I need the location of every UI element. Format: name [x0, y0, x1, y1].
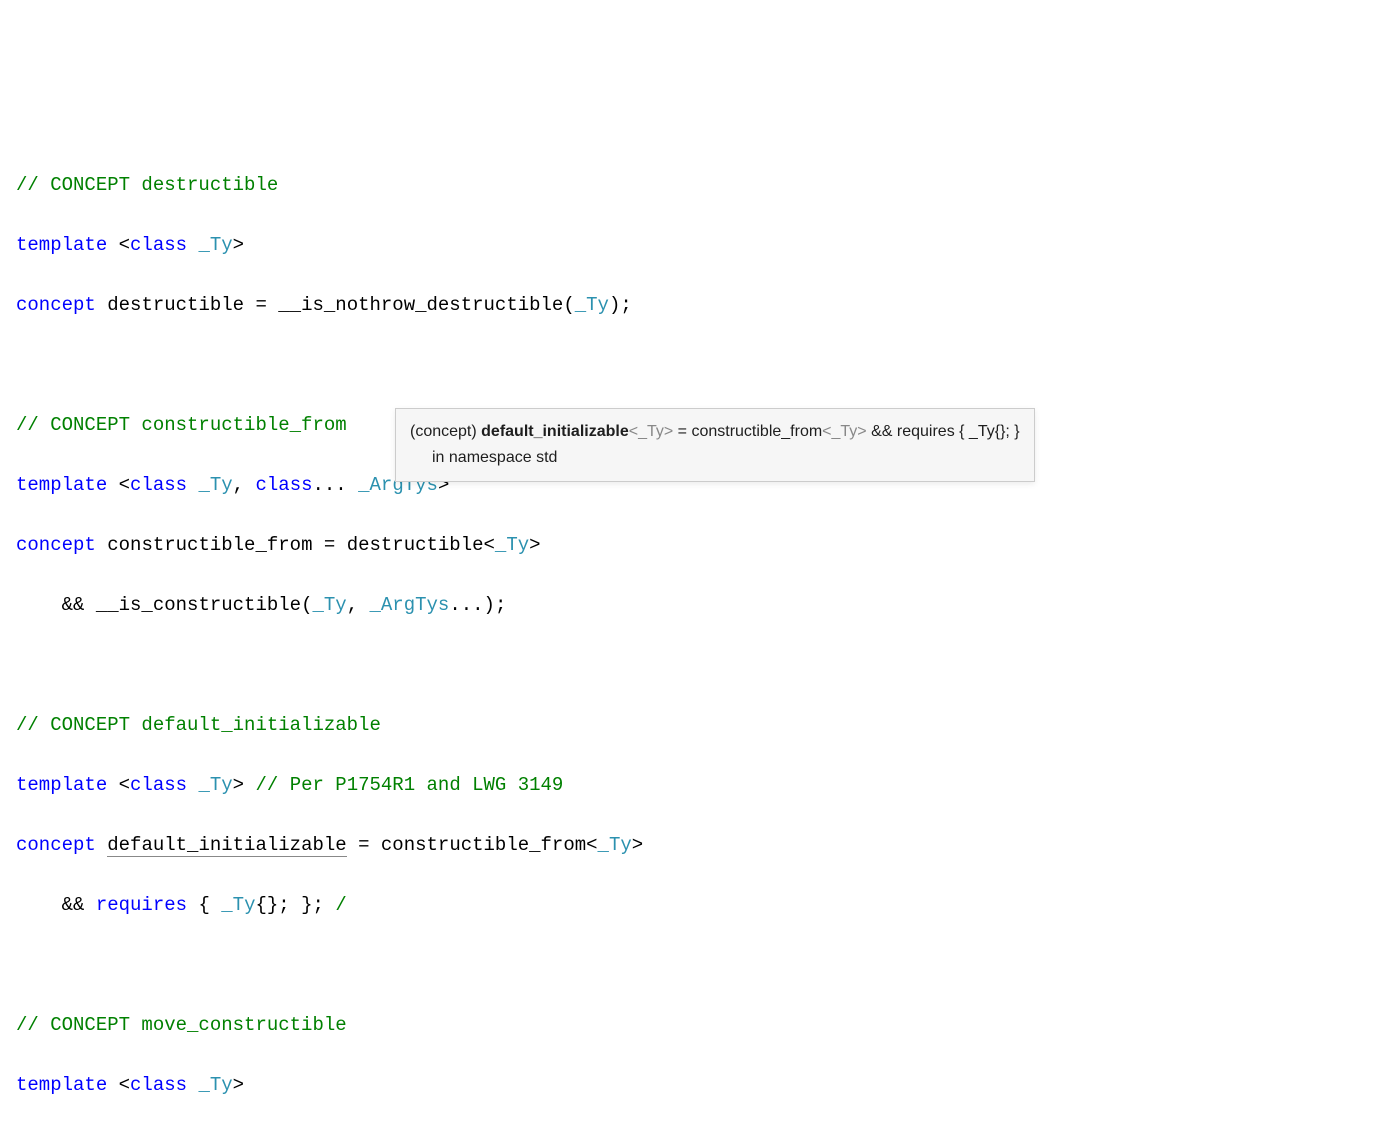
concept-name: destructible [107, 294, 244, 316]
keyword-class: class [130, 234, 187, 256]
code-line: concept default_initializable = construc… [16, 830, 1374, 860]
comment: // CONCEPT destructible [16, 174, 278, 196]
code-line: // CONCEPT move_constructible [16, 1010, 1374, 1040]
code-line: concept move_constructible = constructib… [16, 1130, 1374, 1136]
comment: // CONCEPT default_initializable [16, 714, 381, 736]
keyword-concept: concept [16, 294, 96, 316]
tooltip-name: default_initializable [481, 423, 629, 440]
code-line: template <class _Ty> // Per P1754R1 and … [16, 770, 1374, 800]
code-line: template <class _Ty> [16, 1070, 1374, 1100]
concept-name-hovered[interactable]: default_initializable [107, 834, 346, 857]
comment: // CONCEPT move_constructible [16, 1014, 347, 1036]
type-param: _Ty [198, 234, 232, 256]
blank-line [16, 950, 1374, 980]
blank-line [16, 350, 1374, 380]
blank-line [16, 650, 1374, 680]
keyword-template: template [16, 234, 107, 256]
keyword-requires: requires [96, 894, 187, 916]
code-line: concept constructible_from = destructibl… [16, 530, 1374, 560]
intrinsic: __is_nothrow_destructible [278, 294, 563, 316]
code-line: // CONCEPT default_initializable [16, 710, 1374, 740]
tooltip-namespace: in namespace std [432, 445, 1020, 471]
code-line: template <class _Ty> [16, 230, 1374, 260]
concept-name: constructible_from [107, 534, 312, 556]
comment: // CONCEPT constructible_from [16, 414, 347, 436]
intellisense-tooltip: (concept) default_initializable<_Ty> = c… [395, 408, 1035, 482]
concept-name: move_constructible [107, 1134, 312, 1136]
code-line: concept destructible = __is_nothrow_dest… [16, 290, 1374, 320]
code-line: && __is_constructible(_Ty, _ArgTys...); [16, 590, 1374, 620]
tooltip-tparam: <_Ty> [629, 423, 673, 440]
intrinsic: __is_constructible [96, 594, 301, 616]
code-line: // CONCEPT destructible [16, 170, 1374, 200]
tooltip-signature: (concept) default_initializable<_Ty> = c… [410, 419, 1020, 445]
code-editor[interactable]: // CONCEPT destructible template <class … [16, 140, 1374, 1136]
code-line: && requires { _Ty{}; }; / [16, 890, 1374, 920]
comment: // Per P1754R1 and LWG 3149 [255, 774, 563, 796]
tooltip-kind: (concept) [410, 423, 481, 440]
